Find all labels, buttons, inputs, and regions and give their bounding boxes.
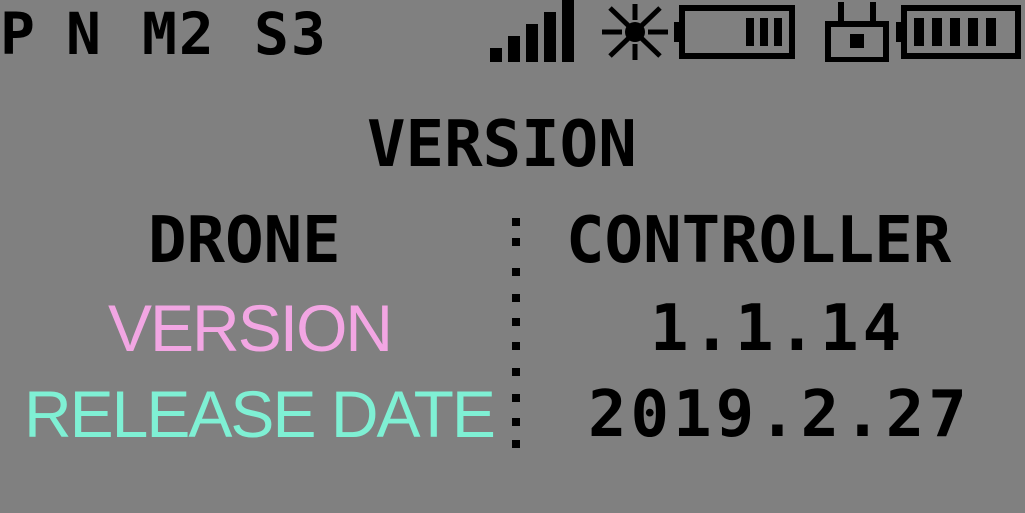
controller-icon — [825, 2, 889, 62]
mode-s-indicator: S3 — [254, 0, 328, 68]
controller-battery-icon — [896, 5, 1021, 59]
column-divider — [512, 218, 522, 450]
drone-version-label: VERSION — [108, 291, 393, 365]
page-title: VERSION — [367, 108, 637, 182]
controller-version-value: 1.1.14 — [650, 292, 906, 366]
controller-column-header: CONTROLLER — [566, 204, 952, 278]
mode-m-indicator: M2 — [142, 0, 216, 68]
signal-icon — [490, 0, 574, 62]
mode-n-indicator: N — [66, 0, 103, 68]
drone-column-header: DRONE — [148, 204, 341, 278]
mode-p-indicator: P — [0, 0, 37, 68]
controller-release-date-value: 2019.2.27 — [588, 378, 971, 452]
gps-icon — [602, 4, 668, 60]
drone-release-date-label: RELEASE DATE — [24, 377, 496, 451]
drone-battery-icon — [674, 5, 795, 59]
